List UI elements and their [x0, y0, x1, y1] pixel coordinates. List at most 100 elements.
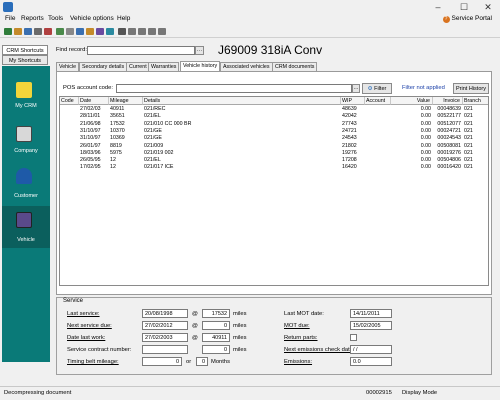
table-row[interactable]: 31/10/97 10370 021/GE 24721 0.00 00024721 021 [60, 127, 488, 135]
table-row[interactable]: 17/02/95 12 021/017 ICE 16420 0.00 00016420 02… [60, 164, 488, 171]
tab-crm-documents[interactable]: CRM documents [272, 62, 318, 71]
table-row[interactable]: 18/03/96 5975 021/019 002 19276 0.00 00019276… [60, 149, 488, 157]
mot-due-input[interactable]: 15/02/2005 [350, 321, 392, 330]
nav-first-icon[interactable] [128, 28, 136, 35]
tab-vehicle-history[interactable]: Vehicle history [180, 61, 221, 71]
nav-last-icon[interactable] [158, 28, 166, 35]
emissions-input[interactable]: 0.0 [350, 357, 392, 366]
sidebar-item-customer[interactable]: Customer [2, 193, 50, 199]
tab-associated-vehicles[interactable]: Associated vehicles [220, 62, 273, 71]
timing-belt-miles[interactable]: 0 [142, 357, 182, 366]
table-row[interactable]: 31/10/97 10369 021/GE 24543 0.00 00024543 021 [60, 135, 488, 142]
cell-date: 31/10/97 [80, 135, 101, 142]
nav-next-icon[interactable] [148, 28, 156, 35]
cell-branch: 021 [464, 157, 473, 164]
pos-account-input[interactable] [116, 84, 352, 93]
pos-account-dropdown[interactable]: … [352, 84, 360, 93]
print-icon[interactable] [34, 28, 42, 35]
col-account[interactable]: Account [365, 97, 391, 105]
sidebar-item-company[interactable]: Company [2, 148, 50, 154]
table-row[interactable]: 26/05/95 12 021/EL 17208 0.00 00504806 021 [60, 157, 488, 164]
service-title: Service [62, 298, 85, 304]
next-service-date[interactable]: 27/02/2012 [142, 321, 188, 330]
menu-help[interactable]: Help [117, 15, 130, 22]
cell-wip: 21802 [342, 142, 357, 149]
table-row[interactable]: 28/11/01 35651 021/EL 42042 0.00 00522177 021 [60, 113, 488, 120]
col-code[interactable]: Code [60, 97, 79, 105]
last-service-miles[interactable]: 17532 [202, 309, 230, 318]
table-row[interactable]: 26/01/97 8819 021/009 21802 0.00 00508081 021 [60, 142, 488, 150]
col-value[interactable]: Value [391, 97, 433, 105]
note-icon[interactable] [86, 28, 94, 35]
new-icon[interactable] [4, 28, 12, 35]
next-service-at: @ [192, 323, 198, 329]
find-dropdown-button[interactable]: … [195, 46, 204, 55]
tab-secondary-details[interactable]: Secondary details [79, 62, 128, 71]
next-service-miles[interactable]: 0 [202, 321, 230, 330]
maximize-button[interactable]: ☐ [458, 2, 470, 12]
close-button[interactable]: ✕ [482, 2, 494, 12]
return-parts-checkbox[interactable] [350, 334, 357, 341]
menu-tools[interactable]: Tools [48, 15, 63, 22]
col-mileage[interactable]: Mileage [109, 97, 143, 105]
open-icon[interactable] [14, 28, 22, 35]
refresh-icon[interactable] [56, 28, 64, 35]
tab-warranties[interactable]: Warranties [148, 62, 180, 71]
timing-belt-months[interactable]: 0 [196, 357, 208, 366]
col-details[interactable]: Details [143, 97, 341, 105]
last-mot-input[interactable]: 14/11/2011 [350, 309, 392, 318]
cell-invoice: 00019276 [437, 149, 461, 156]
cell-details: 021/GE [144, 135, 162, 142]
cell-mileage: 10370 [110, 127, 125, 134]
cell-date: 26/05/95 [80, 157, 101, 164]
cell-branch: 021 [464, 127, 473, 134]
date-last-work[interactable]: 27/02/2003 [142, 333, 188, 342]
col-wip[interactable]: WIP [341, 97, 365, 105]
nav-prev-icon[interactable] [138, 28, 146, 35]
settings-icon[interactable] [118, 28, 126, 35]
emissions-check-label: Next emissions check date: [284, 347, 355, 353]
date-last-work-unit: miles [233, 335, 247, 341]
cell-invoice: 00522177 [437, 113, 461, 120]
cell-details: 021/EL [144, 157, 161, 164]
col-invoice[interactable]: Invoice [433, 97, 463, 105]
tab-vehicle[interactable]: Vehicle [56, 62, 80, 71]
date-last-work-at: @ [192, 335, 198, 341]
tab-my-shortcuts[interactable]: My Shortcuts [2, 55, 48, 65]
service-portal-link[interactable]: ? Service Portal [442, 15, 492, 23]
menu-vehicle-options[interactable]: Vehicle options [70, 15, 114, 22]
tab-crm-shortcuts[interactable]: CRM Shortcuts [2, 45, 48, 55]
mail-icon[interactable] [76, 28, 84, 35]
toolbar [0, 24, 500, 38]
table-row[interactable]: 27/02/03 40911 021/REC 48639 0.00 00048639 021 [60, 106, 488, 113]
mot-due-label: MOT due: [284, 323, 310, 329]
col-branch[interactable]: Branch [463, 97, 488, 105]
delete-icon[interactable] [44, 28, 52, 35]
emissions-check-input[interactable]: / / [350, 345, 392, 354]
col-date[interactable]: Date [79, 97, 109, 105]
filter-status: Filter not applied [402, 85, 445, 91]
sidebar-item-my-crm[interactable]: My CRM [2, 103, 50, 109]
cell-details: 021/GE [144, 127, 162, 134]
cell-wip: 27743 [342, 120, 357, 127]
tab-current[interactable]: Current [126, 62, 150, 71]
date-last-work-miles[interactable]: 40911 [202, 333, 230, 342]
service-contract-input[interactable] [142, 345, 188, 354]
cell-branch: 021 [464, 164, 473, 171]
calendar-icon[interactable] [96, 28, 104, 35]
service-contract-miles[interactable]: 0 [202, 345, 230, 354]
print-history-button[interactable]: Print History [453, 83, 489, 94]
timing-belt-unit: Months [211, 359, 231, 365]
filter-button[interactable]: ⚙ Filter [362, 83, 392, 94]
minimize-button[interactable]: – [432, 2, 444, 12]
menu-reports[interactable]: Reports [21, 15, 44, 22]
last-service-date[interactable]: 20/08/1998 [142, 309, 188, 318]
phone-icon[interactable] [106, 28, 114, 35]
save-icon[interactable] [24, 28, 32, 35]
find-record-input[interactable] [87, 46, 195, 55]
person-icon [16, 168, 32, 184]
table-row[interactable]: 21/06/98 17532 021/010 CC 000 BR 27743 0.00 0… [60, 120, 488, 128]
menu-file[interactable]: File [5, 15, 15, 22]
cell-date: 17/02/95 [80, 164, 101, 171]
search-icon[interactable] [66, 28, 74, 35]
